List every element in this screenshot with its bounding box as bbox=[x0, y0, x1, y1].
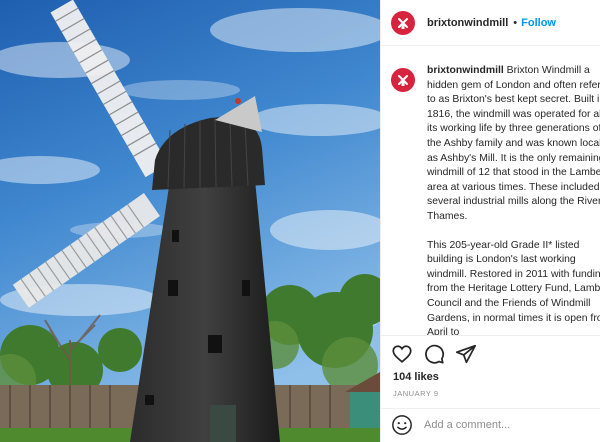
comment-box bbox=[391, 414, 596, 436]
like-button[interactable] bbox=[391, 343, 413, 365]
follow-button[interactable]: Follow bbox=[521, 17, 556, 29]
comment-input[interactable] bbox=[422, 418, 596, 432]
caption-body: Brixton Windmill a hidden gem of London … bbox=[427, 65, 600, 222]
share-icon bbox=[455, 344, 477, 364]
caption-paragraph-2: This 205-year-old Grade II* listed build… bbox=[427, 239, 600, 336]
divider bbox=[381, 408, 600, 409]
caption-username[interactable]: brixtonwindmill bbox=[427, 65, 504, 76]
action-bar bbox=[391, 343, 477, 365]
post-date[interactable]: JANUARY 9 bbox=[393, 389, 439, 398]
emoji-icon bbox=[392, 415, 412, 435]
windmill-photo bbox=[0, 0, 380, 442]
heart-icon bbox=[392, 345, 412, 363]
post-side-panel: brixtonwindmill • Follow brixtonwindmill… bbox=[380, 0, 600, 442]
divider bbox=[381, 335, 600, 336]
caption-paragraph-1: brixtonwindmill Brixton Windmill a hidde… bbox=[427, 64, 600, 225]
emoji-button[interactable] bbox=[391, 414, 413, 436]
caption-text: brixtonwindmill Brixton Windmill a hidde… bbox=[427, 64, 600, 336]
post-header: brixtonwindmill • Follow bbox=[381, 0, 600, 46]
username-link[interactable]: brixtonwindmill bbox=[427, 17, 508, 29]
comment-icon bbox=[425, 344, 445, 364]
comment-button[interactable] bbox=[423, 343, 445, 365]
windmill-logo-icon bbox=[398, 75, 408, 86]
post-photo[interactable] bbox=[0, 0, 380, 442]
windmill-logo-icon bbox=[398, 17, 408, 29]
like-count[interactable]: 104 likes bbox=[393, 371, 439, 383]
caption-avatar[interactable] bbox=[391, 68, 415, 92]
avatar[interactable] bbox=[391, 10, 415, 35]
instagram-post: brixtonwindmill • Follow brixtonwindmill… bbox=[0, 0, 600, 442]
post-caption: brixtonwindmill Brixton Windmill a hidde… bbox=[391, 64, 600, 336]
share-button[interactable] bbox=[455, 343, 477, 365]
separator-dot: • bbox=[513, 16, 518, 29]
